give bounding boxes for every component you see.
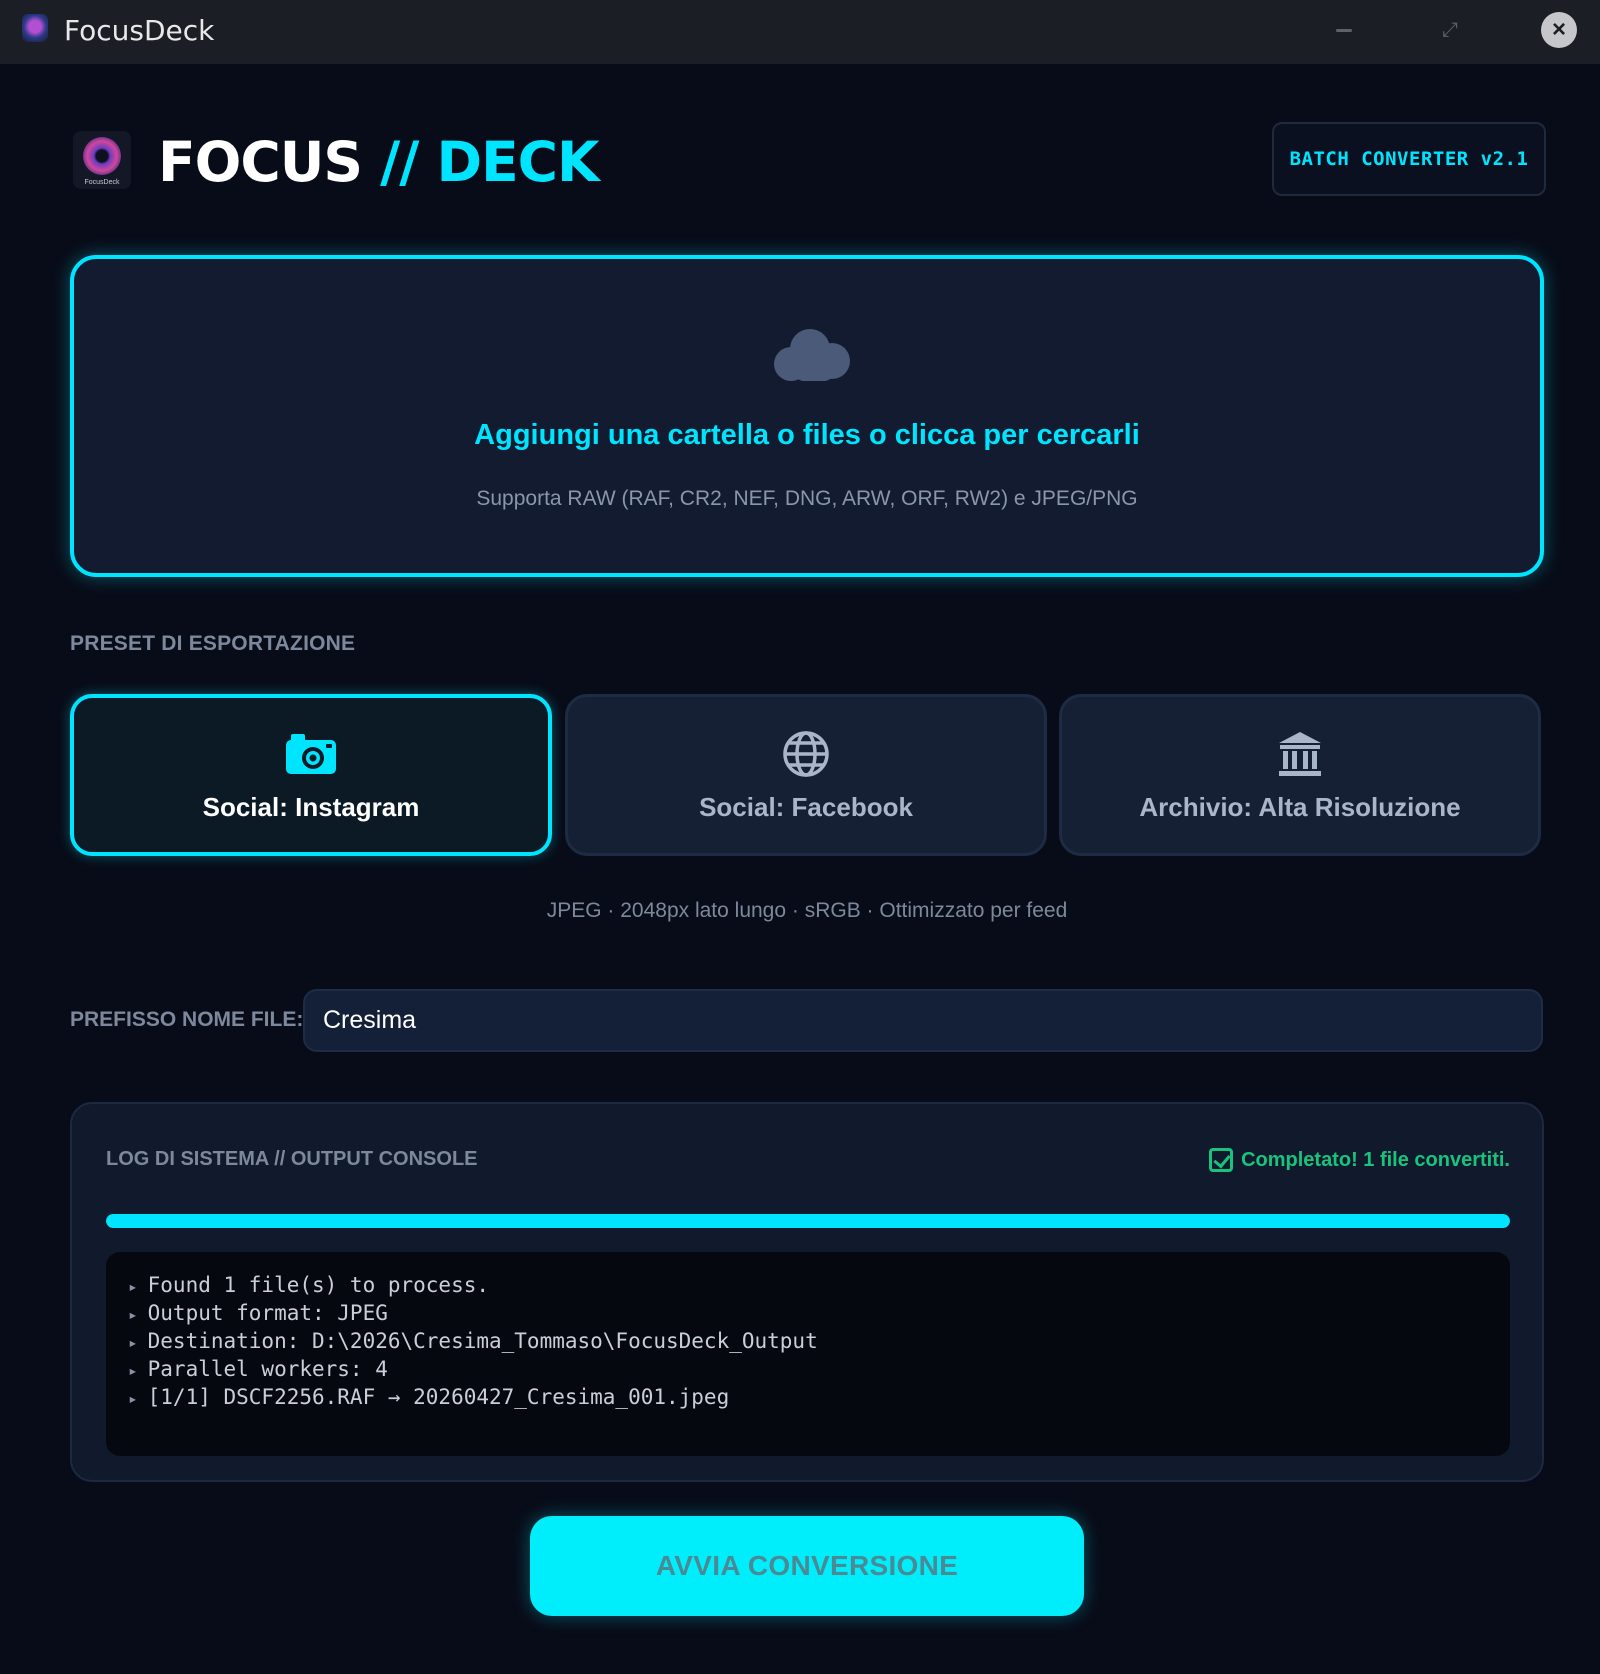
preset-facebook[interactable]: Social: Facebook: [565, 694, 1047, 856]
preset-description: JPEG · 2048px lato lungo · sRGB · Ottimi…: [546, 899, 1068, 922]
logo-caption: FocusDeck: [84, 179, 120, 186]
preset-label: Social: Facebook: [699, 791, 913, 822]
caret-icon: ▸: [128, 1277, 138, 1296]
log-title: LOG DI SISTEMA // OUTPUT CONSOLE: [106, 1148, 478, 1170]
drop-zone-title: Aggiungi una cartella o files o clicca p…: [474, 419, 1140, 451]
console-line: ▸ Parallel workers: 4: [128, 1357, 388, 1381]
log-panel: LOG DI SISTEMA // OUTPUT CONSOLE Complet…: [70, 1102, 1544, 1482]
title-bar: FocusDeck ⤢ ×: [0, 0, 1600, 64]
brand-title: FOCUS // DECK: [158, 130, 600, 194]
console-line: ▸ [1/1] DSCF2256.RAF → 20260427_Cresima_0…: [128, 1385, 730, 1409]
console-line: ▸ Destination: D:\2026\Cresima_Tommaso\Fo…: [128, 1329, 818, 1353]
close-icon: ×: [1551, 16, 1566, 43]
console-line: ▸ Output format: JPEG: [128, 1301, 388, 1325]
file-drop-zone[interactable]: Aggiungi una cartella o files o clicca p…: [70, 255, 1544, 577]
minimize-button[interactable]: [1324, 12, 1364, 48]
brand-word-focus: FOCUS: [158, 130, 363, 194]
maximize-icon: ⤢: [1442, 18, 1458, 41]
minimize-icon: [1336, 28, 1352, 32]
app-icon: [22, 14, 48, 42]
drop-zone-subtitle: Supporta RAW (RAF, CR2, NEF, DNG, ARW, O…: [476, 487, 1138, 510]
progress-fill: [106, 1214, 1510, 1228]
cloud-upload-icon: [774, 329, 850, 381]
console-line: ▸ Found 1 file(s) to process.: [128, 1273, 490, 1297]
start-conversion-button[interactable]: AVVIA CONVERSIONE: [530, 1516, 1084, 1616]
prefix-input[interactable]: [303, 989, 1543, 1052]
brand-word-deck: DECK: [436, 130, 599, 194]
prefix-label: PREFISSO NOME FILE:: [70, 1008, 304, 1031]
window-title: FocusDeck: [64, 14, 215, 47]
app-header: FocusDeck FOCUS // DECK BATCH CONVERTER …: [70, 118, 1546, 208]
preset-section-label: PRESET DI ESPORTAZIONE: [70, 632, 356, 655]
bank-icon: [1272, 728, 1328, 780]
camera-icon: [283, 728, 339, 780]
status-text: Completato! 1 file convertiti.: [1241, 1148, 1510, 1171]
globe-icon: [778, 728, 834, 780]
preset-instagram[interactable]: Social: Instagram: [70, 694, 552, 856]
preset-label: Archivio: Alta Risoluzione: [1139, 791, 1461, 822]
progress-bar: [106, 1214, 1510, 1228]
check-icon: [1209, 1148, 1234, 1172]
caret-icon: ▸: [128, 1389, 138, 1408]
close-button[interactable]: ×: [1541, 12, 1577, 48]
camera-lens-icon: [83, 137, 121, 175]
caret-icon: ▸: [128, 1305, 138, 1324]
preset-archive-high-res[interactable]: Archivio: Alta Risoluzione: [1059, 694, 1541, 856]
maximize-button[interactable]: ⤢: [1430, 12, 1470, 48]
status-message: Completato! 1 file convertiti.: [1209, 1148, 1510, 1172]
brand-separator: //: [361, 130, 437, 194]
preset-label: Social: Instagram: [202, 791, 420, 822]
app-logo: FocusDeck: [73, 131, 131, 189]
version-badge: BATCH CONVERTER v2.1: [1272, 122, 1546, 196]
output-console: ▸ Found 1 file(s) to process. ▸ Output for…: [106, 1252, 1510, 1456]
caret-icon: ▸: [128, 1333, 138, 1352]
caret-icon: ▸: [128, 1361, 138, 1380]
